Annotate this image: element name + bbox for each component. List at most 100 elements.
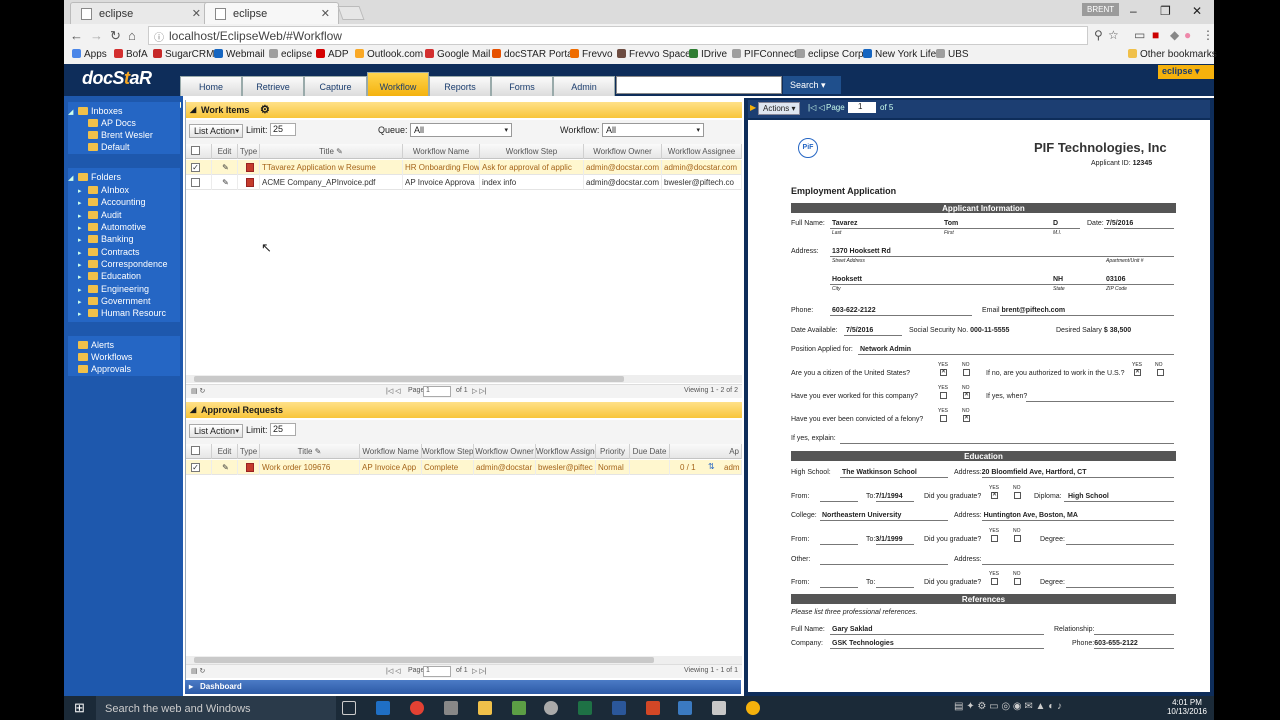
workflow-select[interactable]: All ▾ xyxy=(602,123,704,137)
queue-select[interactable]: All ▾ xyxy=(410,123,512,137)
column-header[interactable]: Due Date xyxy=(630,444,670,459)
bookmark[interactable]: New York Life xyxy=(863,49,936,60)
word-icon[interactable] xyxy=(612,701,626,715)
table-row[interactable]: ✎ ACME Company_APInvoice.pdf AP Invoice … xyxy=(186,175,742,190)
horizontal-scrollbar[interactable] xyxy=(186,375,742,383)
approve-icon[interactable]: ⇅ xyxy=(708,462,715,471)
edit-icon[interactable]: ✎ xyxy=(212,175,238,190)
column-header[interactable]: Edit xyxy=(212,444,238,459)
column-header[interactable]: Workflow Step xyxy=(422,444,474,459)
title-cell[interactable]: Work order 109676 xyxy=(260,460,360,475)
expand-icon[interactable]: ▶ xyxy=(750,103,756,112)
first-prev-icon[interactable]: |◁ ◁ xyxy=(386,667,401,675)
sidebar-folder-item[interactable]: ▸ Education xyxy=(78,271,141,281)
column-header[interactable]: Type xyxy=(238,444,260,459)
column-header[interactable]: Type xyxy=(238,144,260,159)
taskbar-search[interactable]: Search the web and Windows xyxy=(96,696,336,720)
sidebar-folder-item[interactable]: ▸ Engineering xyxy=(78,284,149,294)
menu-icon[interactable]: ⋮ xyxy=(1202,28,1214,42)
bookmark[interactable]: BofA xyxy=(114,49,148,60)
nav-forms[interactable]: Forms xyxy=(491,76,553,96)
first-prev-icon[interactable]: |◁ ◁ xyxy=(808,103,825,112)
bookmark[interactable]: PIFConnect xyxy=(732,49,797,60)
actions-button[interactable]: Actions ▾ xyxy=(758,102,801,115)
clock[interactable]: 4:01 PM 10/13/2016 xyxy=(1162,698,1212,716)
task-view-icon[interactable] xyxy=(342,701,356,715)
sidebar-folder-item[interactable]: ▸ Audit xyxy=(78,210,122,220)
calculator-icon[interactable] xyxy=(444,701,458,715)
sidebar-folder-item[interactable]: ▸ Contracts xyxy=(78,247,140,257)
powerpoint-icon[interactable] xyxy=(646,701,660,715)
docstar-icon[interactable] xyxy=(746,701,760,715)
column-header[interactable]: Priority xyxy=(596,444,630,459)
user-badge[interactable]: BRENT xyxy=(1082,3,1120,16)
settings-icon[interactable] xyxy=(544,701,558,715)
title-cell[interactable]: TTavarez Application w Resume xyxy=(260,160,403,175)
nav-reports[interactable]: Reports xyxy=(429,76,491,96)
pager-menu-icon[interactable]: ▤ ↻ xyxy=(191,387,205,395)
checkbox[interactable] xyxy=(191,146,200,155)
column-header[interactable]: Workflow Assignee xyxy=(536,444,596,459)
star-icon[interactable]: ☆ xyxy=(1108,28,1119,42)
browser-tab-2[interactable]: eclipse ✕ xyxy=(204,2,339,24)
sidebar-folder-item[interactable]: ▸ Accounting xyxy=(78,197,146,207)
app-icon[interactable] xyxy=(712,701,726,715)
snipping-icon[interactable] xyxy=(512,701,526,715)
forward-icon[interactable]: → xyxy=(90,28,103,43)
reload-icon[interactable]: ↻ xyxy=(110,28,121,44)
sidebar-folders[interactable]: ◢ Folders xyxy=(68,172,121,182)
excel-icon[interactable] xyxy=(578,701,592,715)
explorer-icon[interactable] xyxy=(478,701,492,715)
limit-input[interactable]: 25 xyxy=(270,123,296,136)
list-action-button[interactable]: List Action ▾ xyxy=(189,124,243,138)
maximize-icon[interactable]: ❐ xyxy=(1160,4,1171,18)
page-input[interactable]: 1 xyxy=(848,102,876,113)
bookmark[interactable]: UBS xyxy=(936,49,969,60)
outlook-icon[interactable] xyxy=(376,701,390,715)
column-header[interactable]: Workflow Name xyxy=(360,444,422,459)
approval-cell[interactable]: 0 / 1 ⇅ adm xyxy=(670,460,742,475)
close-tab-icon[interactable]: ✕ xyxy=(192,7,201,20)
nav-capture[interactable]: Capture xyxy=(304,76,367,96)
bookmark[interactable]: Frevvo xyxy=(570,49,613,60)
select-all-cell[interactable] xyxy=(186,144,212,159)
pdf-extension-icon[interactable]: ■ xyxy=(1152,28,1159,42)
checkbox[interactable]: ✓ xyxy=(191,463,200,472)
search-button[interactable]: Search ▾ xyxy=(783,76,841,94)
column-header[interactable]: Workflow Owner xyxy=(584,144,662,159)
bookmark[interactable]: IDrive xyxy=(689,49,727,60)
column-header[interactable]: Title ✎ xyxy=(260,144,403,159)
sidebar-folder-item[interactable]: ▸ Government xyxy=(78,296,151,306)
bookmark[interactable]: docSTAR Portal xyxy=(492,49,575,60)
bookmark[interactable]: Frevvo Space xyxy=(617,49,691,60)
close-tab-icon[interactable]: ✕ xyxy=(321,7,330,20)
bookmark[interactable]: ADP xyxy=(316,49,349,60)
sidebar-alerts[interactable]: Alerts xyxy=(78,340,114,350)
sidebar-inboxes[interactable]: ◢ Inboxes xyxy=(68,106,123,116)
select-all-cell[interactable] xyxy=(186,444,212,459)
sidebar-folder-item[interactable]: ▸ Correspondence xyxy=(78,259,168,269)
collapse-icon[interactable]: ◢ xyxy=(190,405,196,414)
tray-icons[interactable]: ▤ ✦ ⚙ ▭ ◎ ◉ ✉ ▲ ◐ ♪ xyxy=(954,701,1062,712)
nav-home[interactable]: Home xyxy=(180,76,242,96)
cast-icon[interactable]: ▭ xyxy=(1134,28,1145,42)
bookmark[interactable]: Outlook.com xyxy=(355,49,423,60)
url-field[interactable]: ⓘ localhost/EclipseWeb/#Workflow xyxy=(148,26,1088,45)
bookmark[interactable]: Google Mail xyxy=(425,49,490,60)
title-cell[interactable]: ACME Company_APInvoice.pdf xyxy=(260,175,403,190)
page-input[interactable]: 1 xyxy=(423,386,451,397)
column-header[interactable]: Ap xyxy=(670,444,742,459)
page-input[interactable]: 1 xyxy=(423,666,451,677)
pager-menu-icon[interactable]: ▤ ↻ xyxy=(191,667,205,675)
sidebar-folder-item[interactable]: ▸ Banking xyxy=(78,234,134,244)
close-window-icon[interactable]: ✕ xyxy=(1192,4,1202,18)
sidebar-folder-item[interactable]: ▸ Automotive xyxy=(78,222,146,232)
browser-tab-1[interactable]: eclipse ✕ xyxy=(70,2,210,24)
limit-input[interactable]: 25 xyxy=(270,423,296,436)
windows-start-icon[interactable]: ⊞ xyxy=(74,700,85,716)
column-header[interactable]: Title ✎ xyxy=(260,444,360,459)
bookmark[interactable]: Apps xyxy=(72,49,107,60)
dashboard-bar[interactable]: ▸ Dashboard xyxy=(185,680,741,694)
work-items-header[interactable]: ◢ Work Items ⚙ xyxy=(186,102,742,118)
horizontal-scrollbar[interactable] xyxy=(186,656,742,664)
